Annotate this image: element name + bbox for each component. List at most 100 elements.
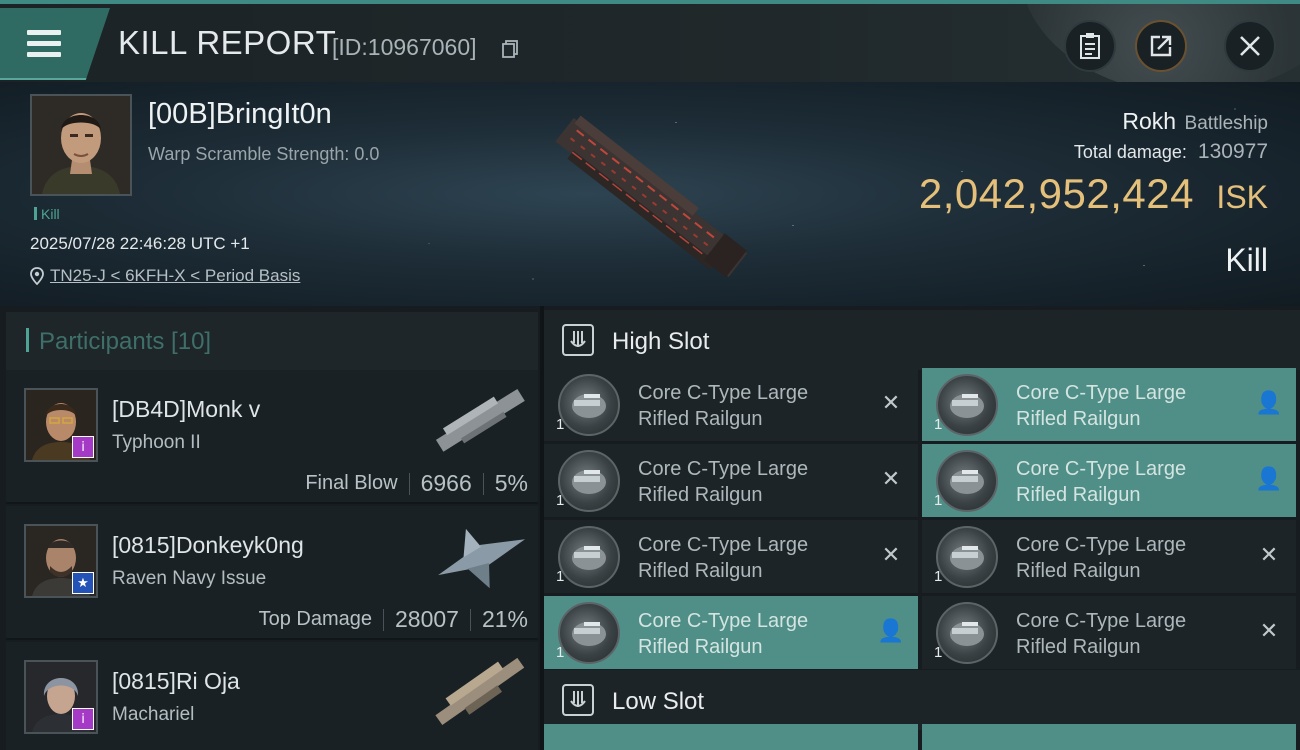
- module-name: Core C-Type Large Rifled Railgun: [1016, 532, 1236, 584]
- participant-row[interactable]: i [0815]Ri Oja Machariel: [6, 642, 538, 750]
- module-quantity: 1: [556, 644, 565, 661]
- isk-value: 2,042,952,424 ISK: [919, 170, 1268, 218]
- module-name-line1: Core C-Type Large: [1016, 382, 1187, 404]
- participant-ship-image: [435, 388, 525, 452]
- high-slot-header[interactable]: High Slot: [544, 310, 1300, 370]
- high-slot-module[interactable]: 1 Core C-Type Large Rifled Railgun ✕: [922, 596, 1296, 669]
- participant-name: [DB4D]Monk v: [112, 396, 261, 422]
- participants-title: Participants [10]: [26, 328, 211, 356]
- module-quantity: 1: [934, 416, 943, 433]
- module-name-line1: Core C-Type Large: [1016, 458, 1187, 480]
- destroyed-x-icon: ✕: [1259, 542, 1279, 568]
- menu-button[interactable]: [0, 8, 110, 80]
- total-damage: Total damage: 130977: [1074, 140, 1268, 164]
- high-slot-label: High Slot: [612, 328, 710, 355]
- low-slot-module[interactable]: [922, 724, 1296, 750]
- module-quantity: 1: [934, 492, 943, 509]
- participant-ship: Machariel: [112, 704, 195, 725]
- module-quantity: 1: [556, 492, 565, 509]
- participant-row[interactable]: ★ [0815]Donkeyk0ng Raven Navy Issue Top …: [6, 506, 538, 640]
- victim-ship-name: Rokh: [1122, 108, 1177, 134]
- participant-stat-label: Top Damage: [258, 608, 372, 630]
- railgun-icon: [936, 526, 998, 588]
- share-button[interactable]: [1135, 20, 1187, 72]
- high-slot-module[interactable]: 1 Core C-Type Large Rifled Railgun ✕: [922, 520, 1296, 593]
- railgun-icon: [558, 450, 620, 512]
- kill-result: Kill: [1225, 242, 1268, 278]
- destroyed-x-icon: ✕: [881, 390, 901, 416]
- module-name-line2: Rifled Railgun: [1016, 560, 1141, 582]
- module-quantity: 1: [556, 568, 565, 585]
- kill-tag: Kill: [34, 206, 60, 222]
- victim-ship[interactable]: Rokh Battleship: [1122, 108, 1268, 135]
- participant-percent: 21%: [481, 606, 528, 632]
- module-name: Core C-Type Large Rifled Railgun: [638, 532, 858, 584]
- module-name: Core C-Type Large Rifled Railgun: [1016, 380, 1236, 432]
- module-name-line2: Rifled Railgun: [1016, 408, 1141, 430]
- low-slot-header[interactable]: Low Slot: [544, 670, 1300, 730]
- module-name-line1: Core C-Type Large: [1016, 534, 1187, 556]
- module-name-line1: Core C-Type Large: [638, 382, 809, 404]
- high-slot-icon: [562, 324, 594, 356]
- module-name-line1: Core C-Type Large: [638, 458, 809, 480]
- copy-icon[interactable]: [502, 40, 518, 58]
- participants-panel: Participants [10] i [DB4D]Monk v Typhoon…: [0, 306, 540, 750]
- railgun-icon: [936, 602, 998, 664]
- railgun-icon: [936, 374, 998, 436]
- isk-amount: 2,042,952,424: [918, 170, 1194, 217]
- corp-badge: i: [72, 436, 94, 458]
- participant-name: [0815]Ri Oja: [112, 668, 240, 694]
- close-button[interactable]: [1224, 20, 1276, 72]
- kill-location[interactable]: TN25-J < 6KFH-X < Period Basis: [30, 266, 300, 286]
- high-slot-module[interactable]: 1 Core C-Type Large Rifled Railgun ✕: [544, 444, 918, 517]
- total-damage-label: Total damage:: [1073, 142, 1187, 162]
- module-name: Core C-Type Large Rifled Railgun: [1016, 456, 1236, 508]
- participant-stat-label: Final Blow: [305, 472, 398, 494]
- high-slot-module[interactable]: 1 Core C-Type Large Rifled Railgun 👤: [544, 596, 918, 669]
- participant-stats: Top Damage 28007 21%: [259, 606, 528, 633]
- destroyed-x-icon: ✕: [881, 466, 901, 492]
- participants-header[interactable]: Participants [10]: [6, 312, 538, 370]
- module-name-line2: Rifled Railgun: [1016, 636, 1141, 658]
- dropped-person-icon: 👤: [1255, 466, 1283, 492]
- module-name: Core C-Type Large Rifled Railgun: [638, 456, 858, 508]
- clipboard-button[interactable]: [1064, 20, 1116, 72]
- location-link[interactable]: TN25-J < 6KFH-X < Period Basis: [50, 266, 300, 286]
- page-title: KILL REPORT: [118, 24, 337, 61]
- kill-datetime: 2025/07/28 22:46:28 UTC +1: [30, 234, 250, 253]
- participant-damage: 6966: [420, 470, 472, 496]
- destroyed-x-icon: ✕: [881, 542, 901, 568]
- module-name-line1: Core C-Type Large: [638, 534, 809, 556]
- module-name: Core C-Type Large Rifled Railgun: [638, 380, 858, 432]
- high-slot-module[interactable]: 1 Core C-Type Large Rifled Railgun ✕: [544, 368, 918, 441]
- module-quantity: 1: [934, 568, 943, 585]
- participant-ship-image: [435, 657, 525, 726]
- victim-portrait[interactable]: [30, 94, 132, 196]
- high-slot-module[interactable]: 1 Core C-Type Large Rifled Railgun 👤: [922, 368, 1296, 441]
- railgun-icon: [558, 526, 620, 588]
- module-name-line2: Rifled Railgun: [638, 484, 763, 506]
- participant-name: [0815]Donkeyk0ng: [112, 532, 304, 558]
- high-slot-module[interactable]: 1 Core C-Type Large Rifled Railgun ✕: [544, 520, 918, 593]
- participant-damage: 28007: [394, 606, 459, 632]
- participant-row[interactable]: i [DB4D]Monk v Typhoon II Final Blow 696…: [6, 370, 538, 504]
- report-id: [ID:10967060]: [332, 34, 477, 60]
- victim-ship-image: [555, 115, 748, 278]
- module-quantity: 1: [556, 416, 565, 433]
- low-slot-module[interactable]: [544, 724, 918, 750]
- top-bar: KILL REPORT [ID:10967060]: [0, 0, 1300, 86]
- high-slot-module[interactable]: 1 Core C-Type Large Rifled Railgun 👤: [922, 444, 1296, 517]
- corp-badge: ★: [72, 572, 94, 594]
- isk-unit: ISK: [1216, 179, 1268, 215]
- module-name-line2: Rifled Railgun: [638, 636, 763, 658]
- module-name: Core C-Type Large Rifled Railgun: [638, 608, 858, 660]
- module-name: Core C-Type Large Rifled Railgun: [1016, 608, 1236, 660]
- location-pin-icon: [30, 267, 44, 285]
- fittings-panel: High Slot 1 Core C-Type Large Rifled Railg…: [544, 306, 1300, 750]
- module-name-line2: Rifled Railgun: [1016, 484, 1141, 506]
- railgun-icon: [558, 602, 620, 664]
- victim-name[interactable]: [00B]BringIt0n: [148, 98, 332, 131]
- clipboard-icon: [1080, 33, 1100, 59]
- warp-scramble-strength: Warp Scramble Strength: 0.0: [148, 144, 380, 164]
- module-name-line1: Core C-Type Large: [638, 610, 809, 632]
